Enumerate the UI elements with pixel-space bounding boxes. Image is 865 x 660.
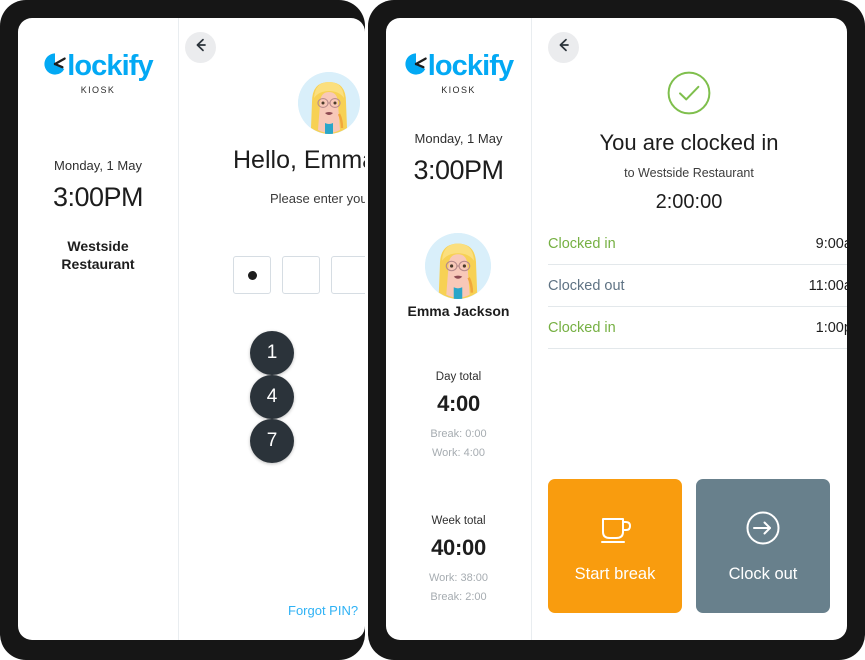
exit-arrow-icon (743, 508, 783, 553)
day-total-value: 4:00 (437, 391, 480, 416)
brand-wordmark: lockify (427, 50, 514, 82)
keypad-key-1[interactable]: 1 (250, 331, 294, 375)
pin-keypad[interactable]: 1234567890 (250, 331, 365, 507)
user-summary-panel: lockify KIOSK Monday, 1 May 3:00PM Emma … (386, 18, 531, 640)
day-break-total: Break: 0:00 (430, 428, 487, 440)
pin-greeting: Hello, Emma Jackson (233, 146, 365, 174)
panel-divider (178, 18, 179, 640)
brand-subtitle: KIOSK (80, 85, 116, 95)
clock-time: 3:00PM (52, 182, 144, 212)
status-timer: 2:00:00 (655, 191, 723, 213)
time-log-row: Clocked out 11:00am (548, 265, 847, 307)
user-avatar-icon (298, 72, 360, 134)
time-log-row: Clocked in 1:00pm (548, 307, 847, 349)
user-avatar-icon (425, 233, 491, 299)
time-log-time: 1:00pm (815, 320, 847, 336)
arrow-left-icon (193, 37, 209, 58)
pin-box[interactable] (233, 256, 271, 294)
week-total-label: Week total (431, 515, 486, 527)
day-work-total: Work: 4:00 (432, 447, 485, 459)
action-button-row[interactable]: Start break Clock out (548, 479, 830, 613)
keypad-spacer (250, 463, 294, 507)
clockify-logo-icon (404, 52, 428, 81)
time-log-row: Clocked in 9:00am (548, 223, 847, 265)
org-name-line2: Restaurant (61, 255, 135, 272)
action-button-label: Clock out (728, 565, 798, 583)
user-date: Monday, 1 May (414, 131, 503, 146)
time-log-label: Clocked in (548, 236, 616, 252)
time-log-time: 11:00am (808, 278, 847, 294)
time-log-list: Clocked in9:00amClocked out11:00amClocke… (548, 223, 847, 349)
time-log-label: Clocked in (548, 320, 616, 336)
pin-instruction: Please enter your PIN (270, 191, 365, 206)
time-log-label: Clocked out (548, 278, 625, 294)
clock-out-button[interactable]: Clock out (696, 479, 830, 613)
clockify-logo-icon (43, 52, 67, 81)
day-total-label: Day total (435, 371, 482, 383)
brand-subtitle: KIOSK (441, 85, 476, 95)
status-subtitle: to Westside Restaurant (624, 166, 754, 180)
week-break-total: Break: 2:00 (430, 591, 487, 603)
clock-date: Monday, 1 May (54, 158, 142, 173)
time-log-time: 9:00am (815, 236, 847, 252)
back-button[interactable] (548, 32, 579, 63)
brand-logo: lockify KIOSK (18, 52, 178, 95)
forgot-pin-link[interactable]: Forgot PIN? (288, 603, 358, 618)
brand-logo: lockify KIOSK (386, 52, 531, 95)
back-button[interactable] (185, 32, 216, 63)
keypad-key-4[interactable]: 4 (250, 375, 294, 419)
week-work-total: Work: 38:00 (428, 572, 489, 584)
week-total-value: 40:00 (431, 535, 486, 560)
user-name: Emma Jackson (407, 303, 510, 319)
arrow-left-icon (556, 37, 572, 58)
clock-panel: lockify KIOSK Monday, 1 May 3:00PM Wests… (18, 18, 178, 640)
start-break-button[interactable]: Start break (548, 479, 682, 613)
screenshot-root: lockify KIOSK Monday, 1 May 3:00PM Wests… (0, 0, 865, 660)
pin-dot (247, 270, 257, 280)
check-circle-icon (666, 70, 712, 121)
coffee-cup-icon (595, 508, 635, 553)
org-name-line1: Westside (67, 238, 129, 254)
pin-entry-panel: Hello, Emma Jackson Please enter your PI… (178, 18, 365, 640)
brand-wordmark: lockify (67, 50, 153, 82)
action-button-label: Start break (574, 565, 656, 583)
pin-box[interactable] (282, 256, 320, 294)
pin-input-group[interactable] (233, 256, 365, 294)
status-panel: You are clocked in to Westside Restauran… (531, 18, 847, 640)
status-title: You are clocked in (599, 130, 779, 155)
pin-box[interactable] (331, 256, 365, 294)
keypad-key-7[interactable]: 7 (250, 419, 294, 463)
user-time: 3:00PM (413, 155, 504, 185)
